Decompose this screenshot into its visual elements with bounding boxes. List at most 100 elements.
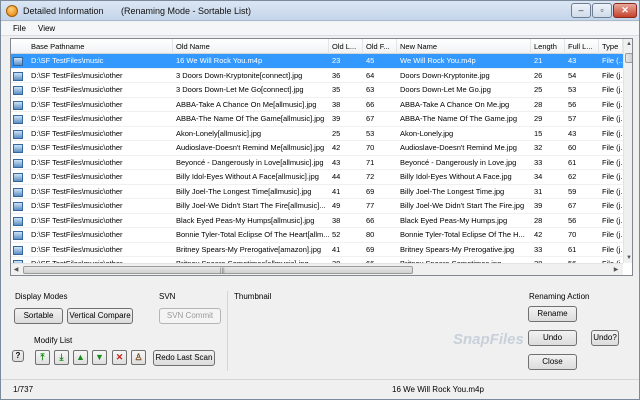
modify-list-label: Modify List	[34, 336, 73, 345]
table-row[interactable]: D:\SF TestFiles\music\other Beyoncé - Dan…	[11, 156, 623, 170]
scroll-left-icon[interactable]: ◀	[11, 265, 21, 275]
file-list-grid: Base Pathname Old Name Old L... Old F...…	[10, 38, 633, 276]
column-header-new-name[interactable]: New Name	[397, 39, 531, 54]
cell-type: File (...	[602, 56, 623, 65]
cell-new-name: Billy Idol-Eyes Without A Face.jpg	[400, 172, 512, 181]
status-count: 1/737	[13, 385, 34, 394]
column-header-base-pathname[interactable]: Base Pathname	[28, 39, 173, 54]
column-header-length[interactable]: Length	[531, 39, 565, 54]
table-row[interactable]: D:\SF TestFiles\music\other Bonnie Tyler-…	[11, 228, 623, 243]
table-row[interactable]: D:\SF TestFiles\music\other Billy Idol-Ey…	[11, 170, 623, 185]
cell-new-name: ABBA-The Name Of The Game.jpg	[400, 114, 517, 123]
cell-length: 26	[534, 70, 543, 80]
cell-old-full-length: 66	[366, 215, 375, 225]
cell-length: 25	[534, 85, 543, 94]
column-header-old-name[interactable]: Old Name	[173, 39, 329, 54]
table-row[interactable]: D:\SF TestFiles\music\other Audioslave-Do…	[11, 141, 623, 156]
column-header-full-length[interactable]: Full L...	[565, 39, 599, 54]
cell-old-name: Black Eyed Peas-My Humps[allmusic].jpg	[176, 215, 315, 225]
menu-file[interactable]: File	[13, 24, 26, 33]
cell-base-pathname: D:\SF TestFiles\music\other	[31, 201, 123, 210]
move-down-icon[interactable]: ▼	[92, 350, 107, 365]
cell-full-length: 59	[568, 186, 577, 196]
table-row[interactable]: D:\SF TestFiles\music 16 We Will Rock You…	[11, 54, 623, 69]
cell-base-pathname: D:\SF TestFiles\music\other	[31, 172, 123, 181]
table-row[interactable]: D:\SF TestFiles\music\other Billy Joel-We…	[11, 199, 623, 214]
cell-new-name: Britney Spears-My Prerogative.jpg	[400, 244, 515, 254]
vertical-scroll-thumb[interactable]	[625, 53, 632, 63]
move-bottom-icon[interactable]: ⤓	[54, 350, 69, 365]
move-top-icon[interactable]: ⤒	[35, 350, 50, 365]
horizontal-scroll-thumb[interactable]: |||	[23, 266, 413, 274]
cell-new-name: Akon-Lonely.jpg	[400, 128, 454, 138]
cell-full-length: 60	[568, 143, 577, 152]
table-row[interactable]: D:\SF TestFiles\music\other Billy Joel-Th…	[11, 185, 623, 199]
minimize-button[interactable]: –	[571, 3, 591, 18]
file-icon	[13, 129, 23, 139]
table-row[interactable]: D:\SF TestFiles\music\other ABBA-The Name…	[11, 112, 623, 127]
cell-old-length: 42	[332, 143, 341, 152]
cell-full-length: 70	[568, 230, 577, 239]
cell-new-name: Billy Joel-We Didn't Start The Fire.jpg	[400, 201, 525, 210]
cell-base-pathname: D:\SF TestFiles\music\other	[31, 114, 123, 123]
sortable-button[interactable]: Sortable	[14, 308, 63, 324]
table-row[interactable]: D:\SF TestFiles\music\other 3 Doors Down-…	[11, 69, 623, 83]
column-header-old-full-length[interactable]: Old F...	[363, 39, 397, 54]
cell-type: File (j...	[602, 215, 623, 225]
title-bar: Detailed Information (Renaming Mode - So…	[1, 1, 639, 21]
cell-old-name: Audioslave-Doesn't Remind Me[allmusic].j…	[176, 143, 325, 152]
cell-length: 42	[534, 230, 543, 239]
cell-full-length: 62	[568, 172, 577, 181]
status-bar: 1/737 16 We Will Rock You.m4p	[1, 379, 639, 399]
cell-old-name: 16 We Will Rock You.m4p	[176, 56, 263, 65]
redo-last-scan-button[interactable]: Redo Last Scan	[153, 350, 215, 366]
cell-base-pathname: D:\SF TestFiles\music	[31, 56, 104, 65]
table-row[interactable]: D:\SF TestFiles\music\other 3 Doors Down-…	[11, 83, 623, 98]
cell-type: File (j...	[602, 114, 623, 123]
scroll-down-icon[interactable]: ▼	[624, 253, 632, 263]
menu-view[interactable]: View	[38, 24, 55, 33]
cell-type: File (j...	[602, 244, 623, 254]
cell-old-name: 3 Doors Down-Let Me Go[connect].jpg	[176, 85, 304, 94]
table-row[interactable]: D:\SF TestFiles\music\other Black Eyed Pe…	[11, 214, 623, 228]
cell-length: 29	[534, 114, 543, 123]
cell-old-full-length: 64	[366, 70, 375, 80]
move-up-icon[interactable]: ▲	[73, 350, 88, 365]
scroll-up-icon[interactable]: ▲	[624, 39, 632, 49]
cell-old-full-length: 77	[366, 201, 375, 210]
thumbnail-label: Thumbnail	[234, 292, 272, 301]
column-header-type[interactable]: Type	[599, 39, 623, 54]
scroll-right-icon[interactable]: ▶	[611, 265, 621, 275]
cell-new-name: Beyoncé - Dangerously in Love.jpg	[400, 157, 517, 167]
cell-old-full-length: 45	[366, 56, 375, 65]
cell-base-pathname: D:\SF TestFiles\music\other	[31, 230, 123, 239]
maximize-button[interactable]: ▫	[592, 3, 612, 18]
close-button[interactable]: Close	[528, 354, 577, 370]
table-row[interactable]: D:\SF TestFiles\music\other Britney Spear…	[11, 243, 623, 257]
grip-icon: |||	[220, 268, 225, 274]
column-header-old-length[interactable]: Old L...	[329, 39, 363, 54]
cell-full-length: 56	[568, 215, 577, 225]
cell-type: File (j...	[602, 128, 623, 138]
cell-full-length: 43	[568, 128, 577, 138]
app-icon	[6, 5, 18, 17]
table-row[interactable]: D:\SF TestFiles\music\other ABBA-Take A C…	[11, 98, 623, 112]
vertical-scrollbar[interactable]: ▲ ▼	[623, 39, 632, 263]
vertical-compare-button[interactable]: Vertical Compare	[67, 308, 133, 324]
cell-old-full-length: 70	[366, 143, 375, 152]
cell-old-full-length: 53	[366, 128, 375, 138]
table-row[interactable]: D:\SF TestFiles\music\other Akon-Lonely[a…	[11, 127, 623, 141]
cell-full-length: 61	[568, 157, 577, 167]
help-button[interactable]: ?	[12, 350, 24, 362]
horizontal-scrollbar[interactable]: ◀ ||| ▶	[11, 263, 623, 275]
cell-new-name: ABBA-Take A Chance On Me.jpg	[400, 99, 510, 109]
close-window-button[interactable]: ✕	[613, 3, 637, 18]
rename-button[interactable]: Rename	[528, 306, 577, 322]
person-icon[interactable]: ♙	[131, 350, 146, 365]
delete-icon[interactable]: ✕	[112, 350, 127, 365]
cell-base-pathname: D:\SF TestFiles\music\other	[31, 143, 123, 152]
file-icon	[13, 158, 23, 168]
svn-commit-button[interactable]: SVN Commit	[159, 308, 221, 324]
undo-query-button[interactable]: Undo?	[591, 330, 619, 346]
undo-button[interactable]: Undo	[528, 330, 577, 346]
